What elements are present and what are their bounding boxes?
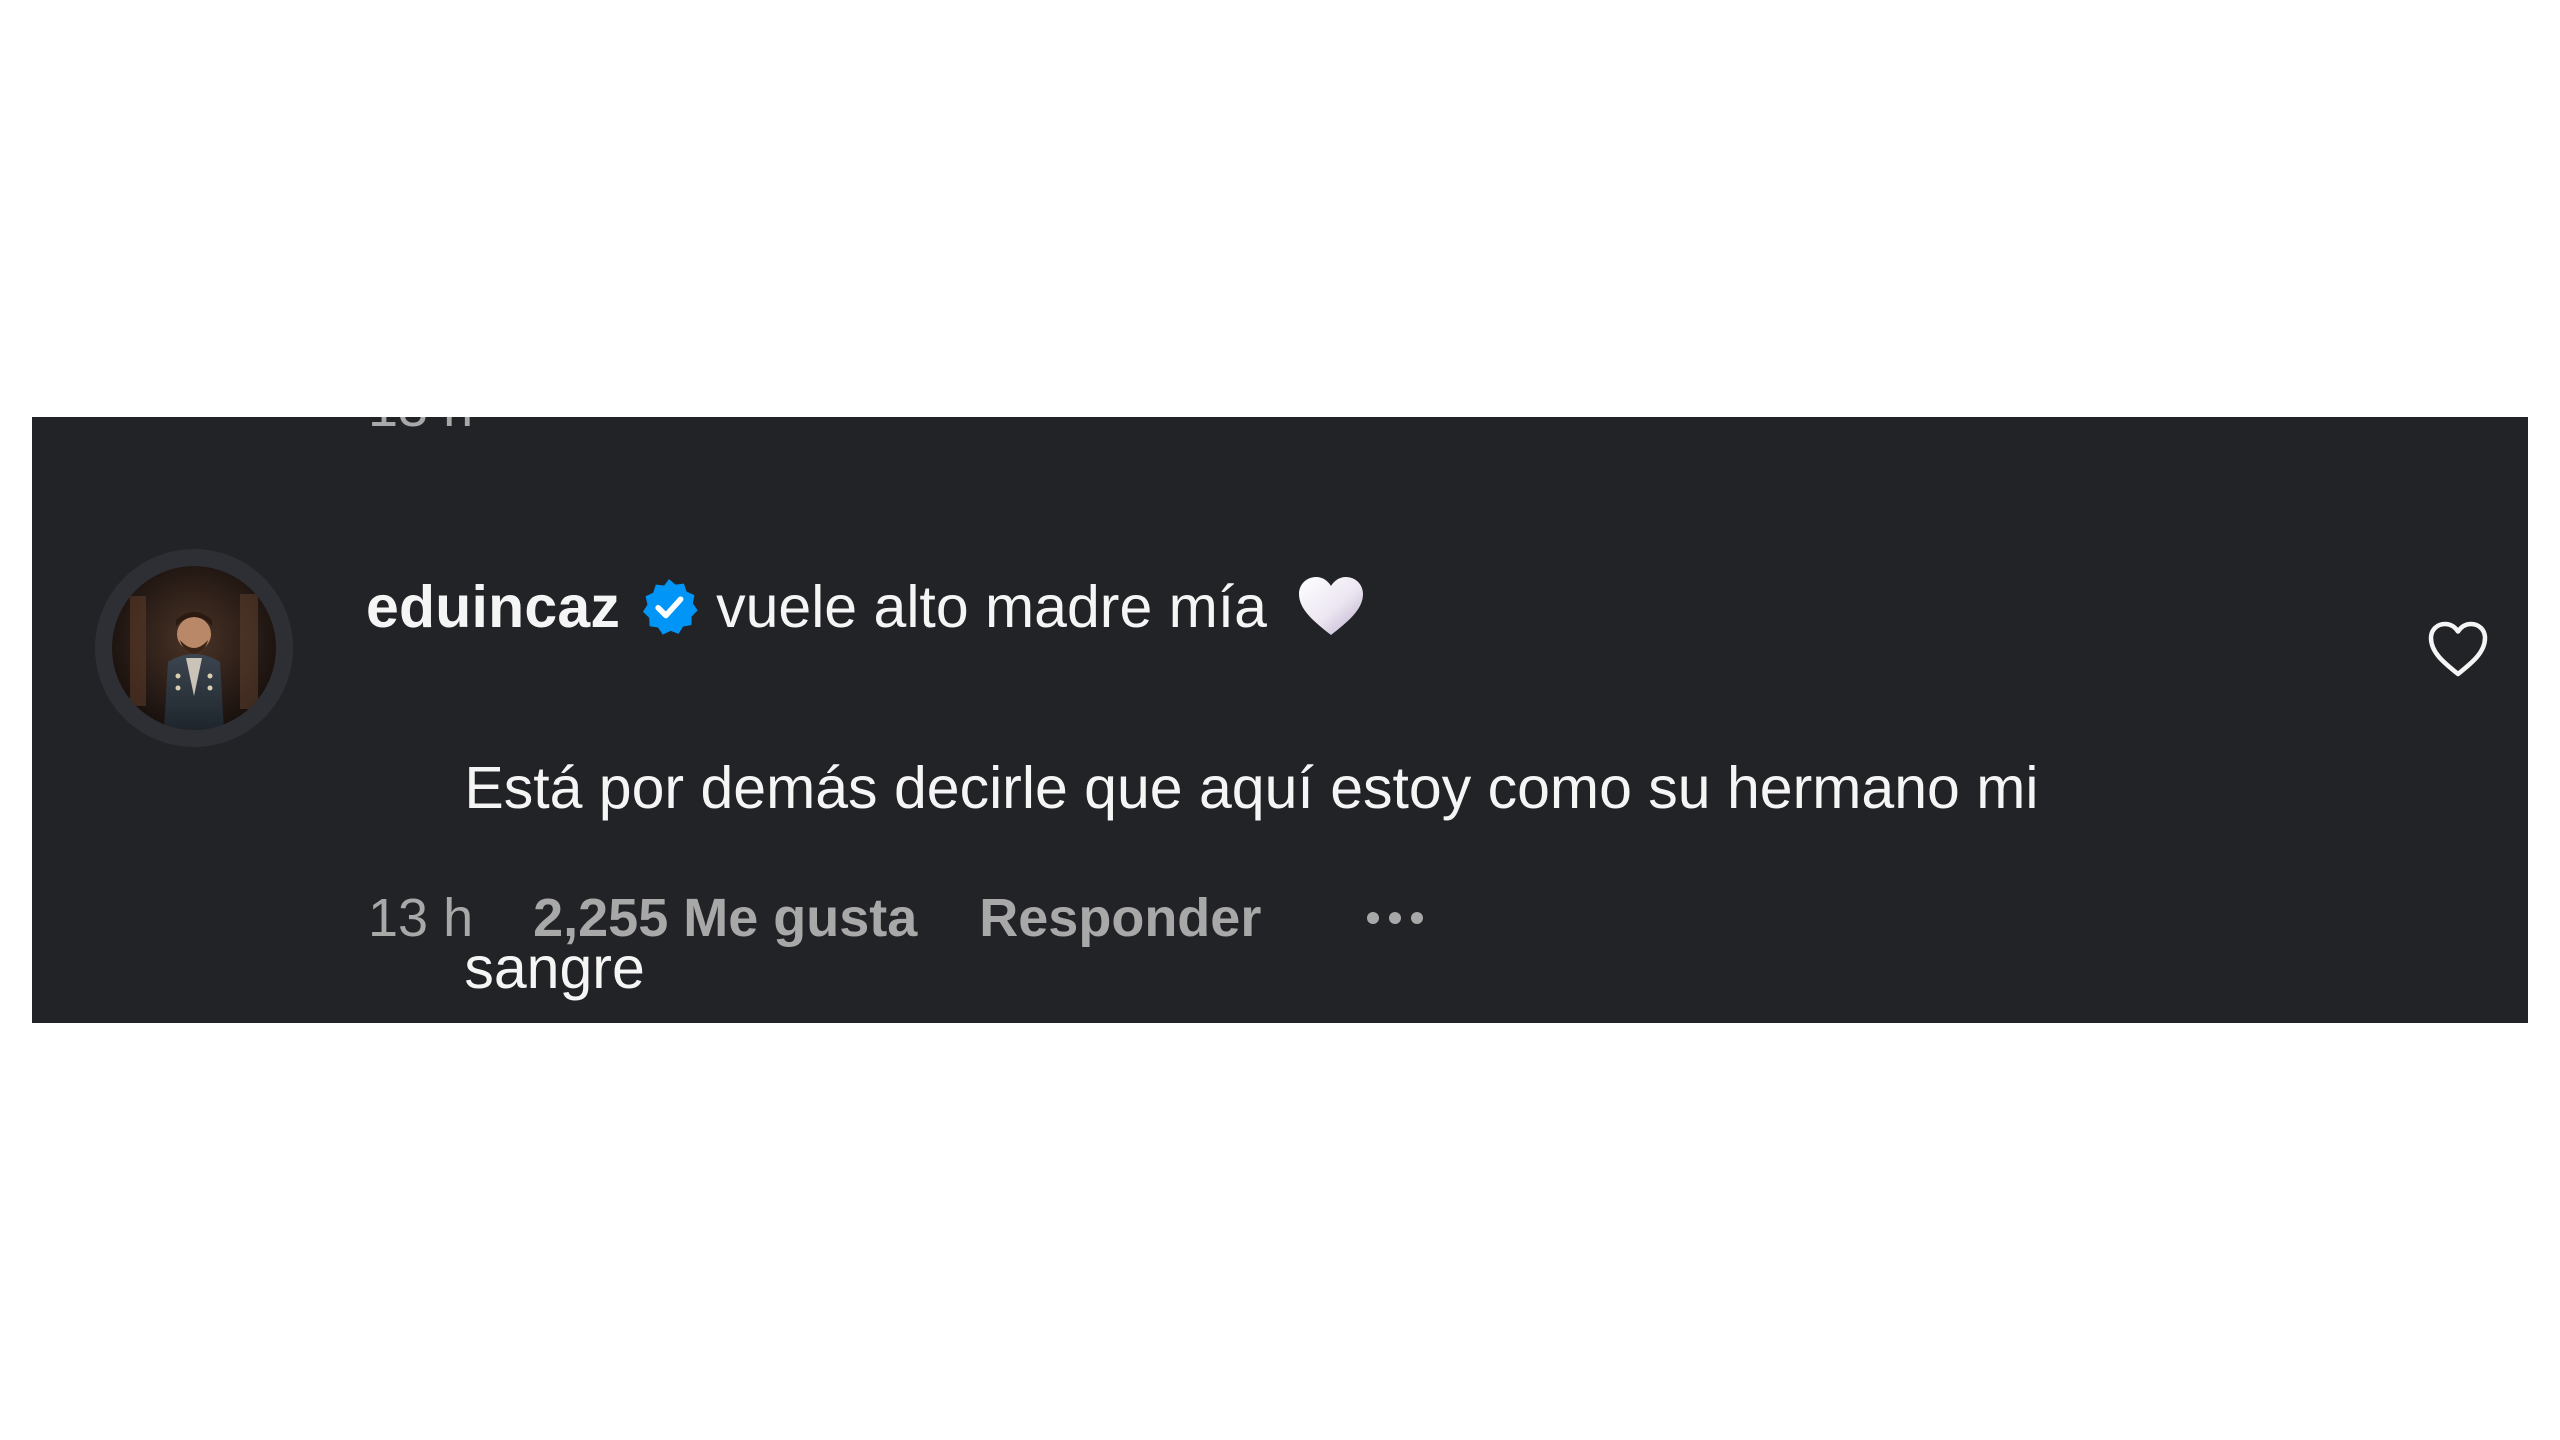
reply-button[interactable]: Responder [979,887,1261,949]
comment-second-line: Está por demás decirle que aquí estoy co… [366,653,2326,1023]
comment-body: eduincaz vuele alto madre mía Está por d… [366,567,2326,1023]
comment-meta: 13 h 2,255 Me gusta Responder [368,882,1424,954]
more-dot [1367,912,1380,924]
verified-badge-icon [643,579,698,635]
comment-second-line-text: Está por demás decirle que aquí estoy co… [464,755,2039,821]
comment-first-line-text: vuele alto madre mía [716,574,1267,640]
more-dot [1389,912,1402,924]
avatar[interactable] [112,566,276,730]
comment-time[interactable]: 13 h [368,887,473,949]
avatar-ring[interactable] [95,549,293,747]
comment-panel: 13 h [32,417,2528,1023]
comment-first-line: eduincaz vuele alto madre mía [366,567,2326,647]
previous-comment-time: 13 h [368,417,473,435]
comment-username[interactable]: eduincaz [366,573,620,641]
comment-likes[interactable]: 2,255 Me gusta [533,887,917,949]
white-heart-icon [1299,577,1363,635]
more-options-icon[interactable] [1367,898,1424,938]
heart-outline-icon[interactable] [2427,620,2489,678]
more-dot [1411,912,1424,924]
